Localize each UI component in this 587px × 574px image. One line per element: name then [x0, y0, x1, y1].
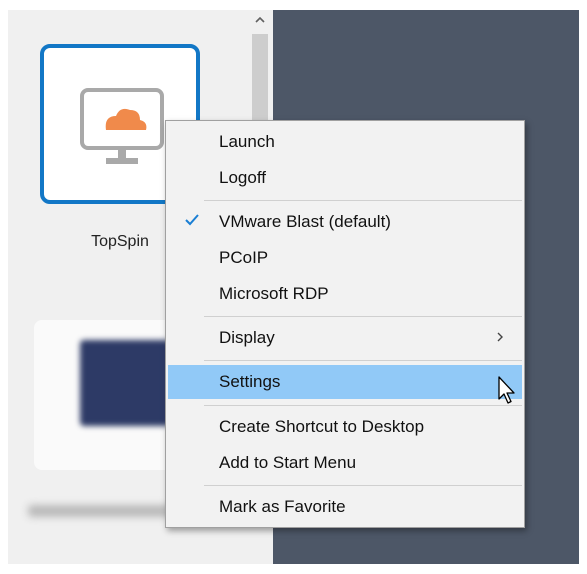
chevron-up-icon: [255, 16, 265, 23]
menu-item-label: Mark as Favorite: [219, 497, 346, 516]
checkmark-icon: [185, 214, 199, 226]
menu-item-add-to-start-menu[interactable]: Add to Start Menu: [168, 446, 522, 480]
menu-item-display[interactable]: Display: [168, 321, 522, 355]
menu-item-label: Launch: [219, 132, 275, 151]
menu-item-label: VMware Blast (default): [219, 212, 391, 231]
menu-item-pcoip[interactable]: PCoIP: [168, 241, 522, 275]
menu-item-label: Display: [219, 328, 275, 347]
menu-item-label: Add to Start Menu: [219, 453, 357, 472]
menu-separator: [204, 316, 522, 317]
menu-separator: [204, 200, 522, 201]
menu-item-logoff[interactable]: Logoff: [168, 161, 522, 195]
menu-item-label: Microsoft RDP: [219, 284, 329, 303]
mouse-cursor-icon: [498, 376, 515, 404]
menu-item-label: Logoff: [219, 168, 266, 187]
menu-item-microsoft-rdp[interactable]: Microsoft RDP: [168, 277, 522, 311]
menu-separator: [204, 360, 522, 361]
cloud-desktop-icon: [80, 88, 164, 164]
app-tile-blurred-label: [28, 505, 178, 517]
photoshop-icon: [80, 340, 170, 426]
menu-item-create-shortcut[interactable]: Create Shortcut to Desktop: [168, 410, 522, 444]
menu-item-vmware-blast[interactable]: VMware Blast (default): [168, 205, 522, 239]
menu-item-mark-as-favorite[interactable]: Mark as Favorite: [168, 490, 522, 524]
menu-item-label: PCoIP: [219, 248, 269, 267]
scroll-up-button[interactable]: [250, 10, 270, 30]
menu-item-settings[interactable]: Settings: [168, 365, 522, 399]
menu-item-label: Settings: [219, 372, 281, 391]
chevron-right-icon: [497, 332, 503, 342]
menu-item-launch[interactable]: Launch: [168, 125, 522, 159]
menu-separator: [204, 485, 522, 486]
context-menu: Launch Logoff VMware Blast (default) PCo…: [165, 120, 525, 528]
menu-separator: [204, 405, 522, 406]
menu-item-label: Create Shortcut to Desktop: [219, 417, 425, 436]
